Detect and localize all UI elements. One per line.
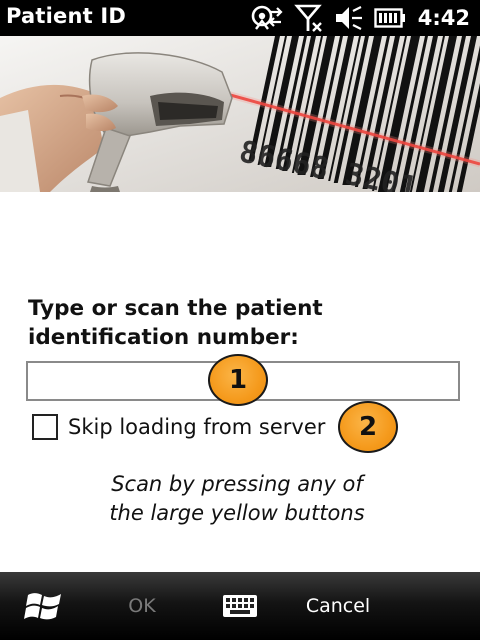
scanner-banner-image: 86668 3201 bbox=[0, 36, 480, 192]
connectivity-icon[interactable] bbox=[250, 3, 284, 33]
hint-line-2: the large yellow buttons bbox=[109, 501, 365, 525]
status-icons: 4:42 bbox=[250, 3, 470, 33]
hint-line-1: Scan by pressing any of bbox=[111, 472, 363, 496]
start-button[interactable] bbox=[20, 572, 68, 640]
prompt-line-2: identification number: bbox=[28, 325, 299, 350]
ok-softkey[interactable]: OK bbox=[110, 572, 174, 640]
skip-loading-checkbox[interactable] bbox=[32, 414, 58, 440]
skip-loading-row[interactable]: Skip loading from server bbox=[32, 411, 325, 443]
cancel-softkey[interactable]: Cancel bbox=[296, 572, 380, 640]
battery-icon[interactable] bbox=[374, 7, 406, 29]
callout-badge-1: 1 bbox=[208, 354, 268, 406]
callout-badge-2: 2 bbox=[338, 401, 398, 453]
window-title: Patient ID bbox=[6, 4, 127, 28]
skip-loading-label[interactable]: Skip loading from server bbox=[68, 415, 325, 439]
status-bar: Patient ID 4:42 bbox=[0, 0, 480, 36]
clock[interactable]: 4:42 bbox=[418, 6, 470, 30]
volume-muted-icon[interactable] bbox=[334, 3, 364, 33]
signal-off-icon[interactable] bbox=[293, 3, 324, 33]
softkey-bar: OK Cancel bbox=[0, 572, 480, 640]
prompt-line-1: Type or scan the patient bbox=[28, 296, 323, 321]
keyboard-button[interactable] bbox=[218, 572, 262, 640]
scan-hint-text: Scan by pressing any of the large yellow… bbox=[0, 470, 474, 528]
windows-flag-icon bbox=[24, 593, 61, 620]
prompt-text: Type or scan the patient identification … bbox=[28, 294, 468, 352]
keyboard-icon bbox=[223, 595, 257, 617]
